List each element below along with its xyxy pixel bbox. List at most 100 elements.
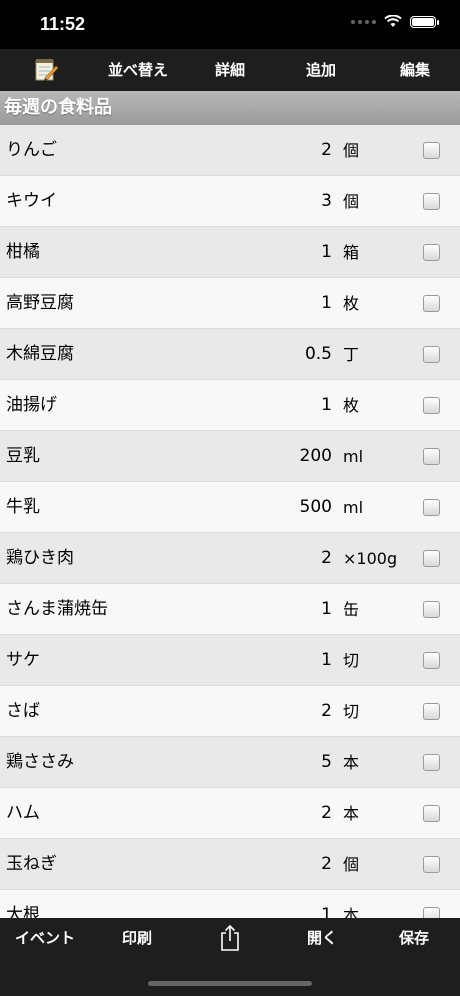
item-quantity: 2 [321,548,332,568]
item-unit: 箱 [343,243,360,262]
item-checkbox[interactable] [423,703,440,720]
list-item[interactable]: 鶏ささみ 5 本 [0,737,460,788]
item-checkbox[interactable] [423,550,440,567]
list-item[interactable]: さんま蒲焼缶 1 缶 [0,584,460,635]
item-quantity: 2 [321,701,332,721]
list-item[interactable]: キウイ 3 個 [0,176,460,227]
item-checkbox[interactable] [423,499,440,516]
item-unit: ml [343,447,364,466]
item-quantity: 1 [321,905,332,918]
list-item[interactable]: サケ 1 切 [0,635,460,686]
save-button[interactable]: 保存 [389,918,439,958]
open-button[interactable]: 開く [297,918,347,958]
item-quantity: 3 [321,191,332,211]
item-unit: ×100g [343,549,398,568]
item-checkbox[interactable] [423,142,440,159]
item-quantity: 500 [299,497,332,517]
notepad-pencil-icon [35,59,59,81]
item-name: りんご [6,140,57,160]
item-name: ハム [6,803,40,823]
item-checkbox[interactable] [423,193,440,210]
list-item[interactable]: 木綿豆腐 0.5 丁 [0,329,460,380]
list-item[interactable]: りんご 2 個 [0,125,460,176]
item-quantity: 200 [299,446,332,466]
list-item[interactable]: 牛乳 500 ml [0,482,460,533]
edit-button[interactable]: 編集 [390,49,440,91]
item-unit: 丁 [343,345,360,364]
item-unit: 本 [343,753,360,772]
item-name: 大根 [6,905,40,918]
item-checkbox[interactable] [423,295,440,312]
item-quantity: 0.5 [304,344,332,364]
item-unit: ml [343,498,364,517]
list-item[interactable]: 高野豆腐 1 枚 [0,278,460,329]
sort-button[interactable]: 並べ替え [100,49,176,91]
item-unit: 切 [343,651,360,670]
item-name: 鶏ささみ [6,752,74,772]
item-name: さば [6,701,40,721]
print-button[interactable]: 印刷 [112,918,162,958]
item-quantity: 2 [321,803,332,823]
item-name: 豆乳 [6,446,40,466]
list-item[interactable]: 大根 1 本 [0,890,460,918]
item-name: 油揚げ [6,395,57,415]
item-unit: 本 [343,906,360,918]
list-item[interactable]: 鶏ひき肉 2 ×100g [0,533,460,584]
item-name: 牛乳 [6,497,40,517]
item-unit: 個 [343,141,360,160]
list-item[interactable]: ハム 2 本 [0,788,460,839]
status-bar: 11:52 [0,0,460,49]
item-unit: 個 [343,855,360,874]
item-unit: 枚 [343,294,360,313]
item-quantity: 2 [321,854,332,874]
item-checkbox[interactable] [423,856,440,873]
item-quantity: 1 [321,650,332,670]
item-name: 柑橘 [6,242,40,262]
cellular-signal-icon [351,19,376,24]
item-unit: 枚 [343,396,360,415]
list-title: 毎週の食料品 [0,91,460,125]
item-checkbox[interactable] [423,754,440,771]
wifi-icon [384,15,402,27]
item-unit: 本 [343,804,360,823]
list-item[interactable]: 豆乳 200 ml [0,431,460,482]
item-unit: 切 [343,702,360,721]
item-unit: 個 [343,192,360,211]
item-checkbox[interactable] [423,448,440,465]
item-name: 木綿豆腐 [6,344,74,364]
item-name: 玉ねぎ [6,854,57,874]
item-quantity: 1 [321,395,332,415]
item-checkbox[interactable] [423,652,440,669]
bottom-toolbar: イベント 印刷 開く 保存 [0,918,460,996]
share-icon [221,924,239,951]
item-checkbox[interactable] [423,907,440,918]
add-button[interactable]: 追加 [296,49,346,91]
item-name: さんま蒲焼缶 [6,599,108,619]
list-item[interactable]: さば 2 切 [0,686,460,737]
list-item[interactable]: 油揚げ 1 枚 [0,380,460,431]
shopping-list: りんご 2 個キウイ 3 個柑橘 1 箱高野豆腐 1 枚木綿豆腐 0.5 丁油揚げ 1 枚豆乳 200 ml… [0,125,460,918]
item-name: 鶏ひき肉 [6,548,74,568]
list-item[interactable]: 柑橘 1 箱 [0,227,460,278]
share-button[interactable] [216,918,244,958]
item-quantity: 1 [321,242,332,262]
list-item[interactable]: 玉ねぎ 2 個 [0,839,460,890]
detail-button[interactable]: 詳細 [205,49,255,91]
status-time: 11:52 [40,14,86,34]
top-toolbar: 並べ替え 詳細 追加 編集 [0,49,460,92]
status-icons [351,15,439,28]
item-checkbox[interactable] [423,601,440,618]
item-quantity: 2 [321,140,332,160]
item-quantity: 5 [321,752,332,772]
item-name: 高野豆腐 [6,293,74,313]
home-indicator[interactable] [148,981,312,986]
item-checkbox[interactable] [423,397,440,414]
item-quantity: 1 [321,599,332,619]
item-checkbox[interactable] [423,346,440,363]
item-checkbox[interactable] [423,244,440,261]
notes-button[interactable] [30,49,62,91]
item-checkbox[interactable] [423,805,440,822]
event-button[interactable]: イベント [10,918,80,958]
item-quantity: 1 [321,293,332,313]
item-name: キウイ [6,191,57,211]
